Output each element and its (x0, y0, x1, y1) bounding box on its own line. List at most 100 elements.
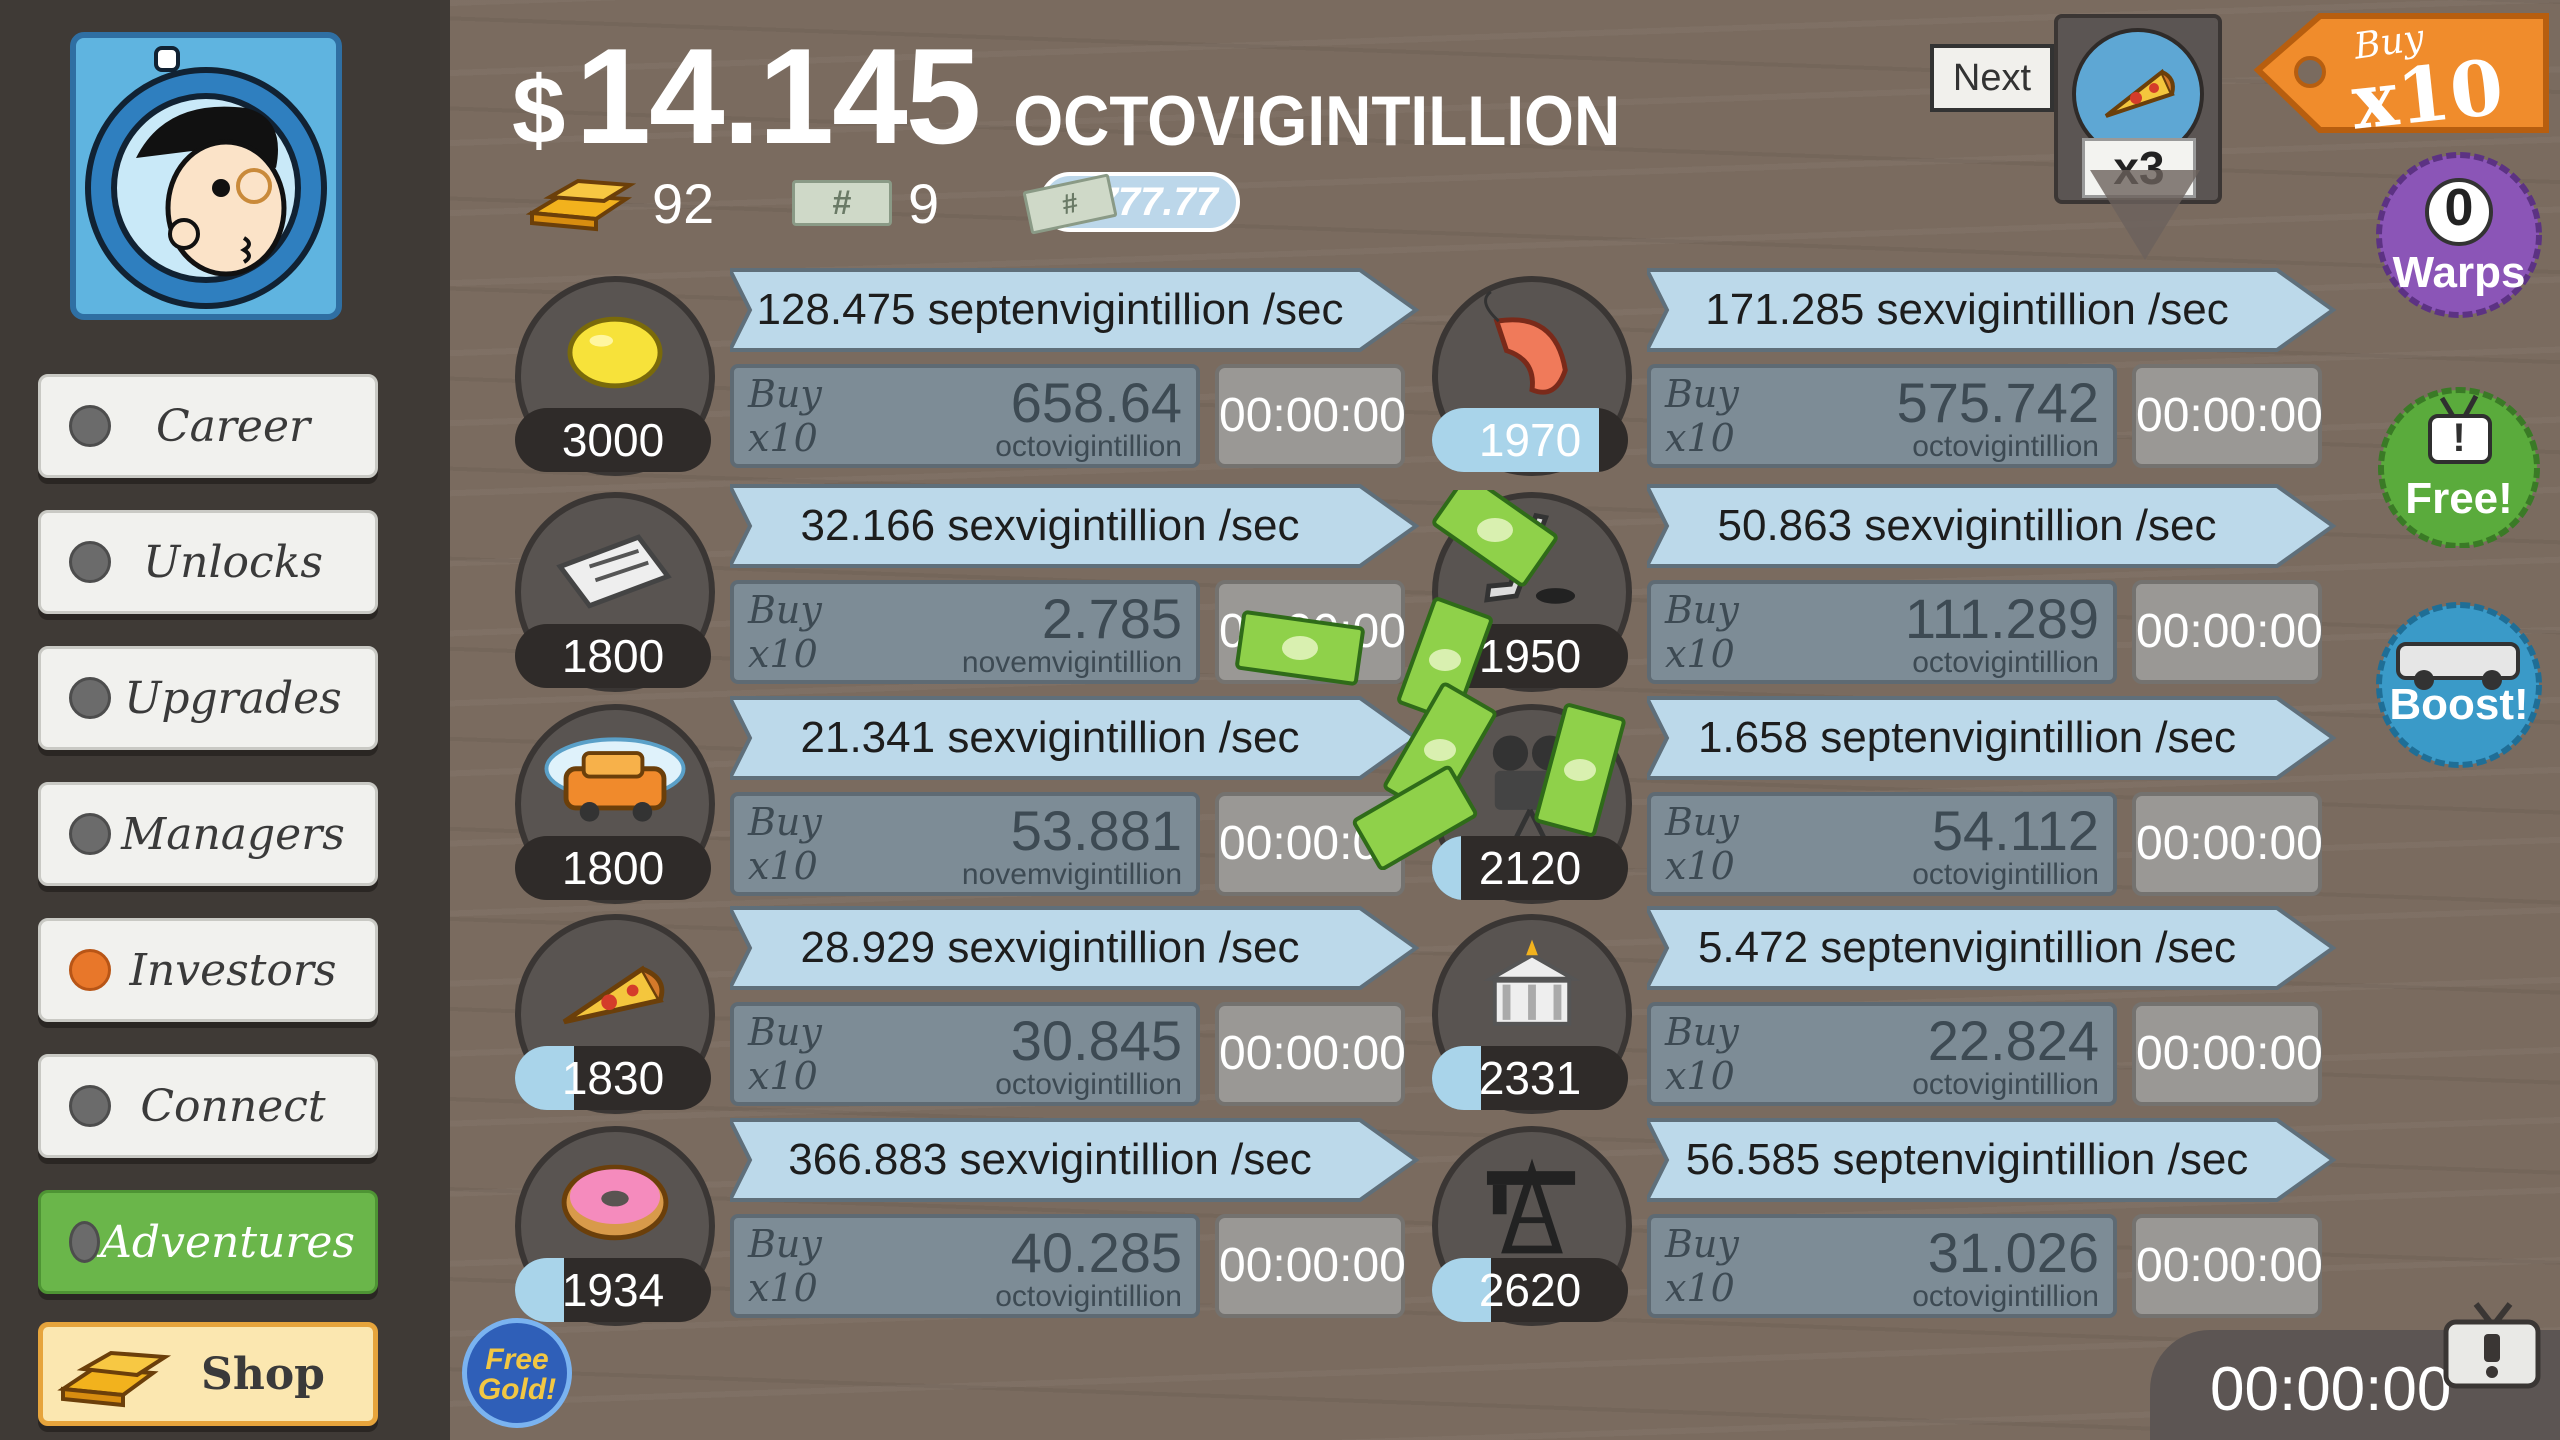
owned-count-text: 3000 (561, 414, 665, 466)
next-upgrade-button[interactable]: Next (1930, 44, 2054, 112)
buy-business-button[interactable]: Buy x10 30.845 octovigintillion (730, 1002, 1200, 1106)
boost-badge[interactable]: Boost! (2374, 600, 2544, 770)
business-revenue-bar: 366.883 sexvigintillion /sec (730, 1118, 1420, 1202)
buy-business-button[interactable]: Buy x10 54.112 octovigintillion (1647, 792, 2117, 896)
player-avatar[interactable] (70, 32, 342, 320)
warps-label: Warps (2392, 248, 2526, 297)
sidebar-unlocks-button[interactable]: Unlocks (38, 510, 378, 614)
tv-ad-icon[interactable] (2440, 1300, 2544, 1390)
buy-business-button[interactable]: Buy x10 575.742 octovigintillion (1647, 364, 2117, 468)
upgrades-status-dot (69, 677, 111, 719)
free-tv-badge[interactable]: ! Free! (2374, 378, 2544, 549)
business-revenue-bar: 28.929 sexvigintillion /sec (730, 906, 1420, 990)
buy-business-button[interactable]: Buy x10 53.881 novemvigintillion (730, 792, 1200, 896)
business-timer: 00:00:00 (2132, 1002, 2323, 1106)
free-gold-button[interactable]: Free Gold! (462, 1318, 572, 1428)
buy-business-button[interactable]: Buy x10 111.289 octovigintillion (1647, 580, 2117, 684)
next-pointer-arrow (2090, 170, 2200, 260)
business-owned-count: 2331 (1432, 1046, 1628, 1110)
owned-count-text: 1830 (561, 1052, 665, 1104)
buy-business-button[interactable]: Buy x10 22.824 octovigintillion (1647, 1002, 2117, 1106)
business-revenue-bar: 128.475 septenvigintillion /sec (730, 268, 1420, 352)
business-card: 2620 56.585 septenvigintillion /sec Buy … (1432, 1118, 2337, 1326)
buy-cost-unit: octovigintillion (1912, 646, 2099, 679)
business-revenue-bar: 56.585 septenvigintillion /sec (1647, 1118, 2337, 1202)
sidebar: Career Unlocks Upgrades Managers Investo… (0, 0, 450, 1440)
buy-cost-unit: octovigintillion (1912, 1280, 2099, 1313)
sidebar-adventures-button[interactable]: Adventures (38, 1190, 378, 1294)
buy-cost-unit: novemvigintillion (961, 646, 1182, 679)
business-timer: 00:00:00 (1215, 1002, 1406, 1106)
buy-business-button[interactable]: Buy x10 2.785 novemvigintillion (730, 580, 1200, 684)
business-card: 1970 171.285 sexvigintillion /sec Buy x1… (1432, 268, 2337, 476)
megabucks-counter: # 9 (792, 168, 939, 238)
astronaut-portrait-icon (85, 46, 327, 309)
sidebar-managers-button[interactable]: Managers (38, 782, 378, 886)
free-gold-line2: Gold! (477, 1373, 557, 1406)
buy-business-button[interactable]: Buy x10 31.026 octovigintillion (1647, 1214, 2117, 1318)
sidebar-career-button[interactable]: Career (38, 374, 378, 478)
free-gold-line1: Free (485, 1343, 549, 1376)
revenue-rate-text: 50.863 sexvigintillion /sec (1717, 501, 2217, 550)
business-card: 1830 28.929 sexvigintillion /sec Buy x10… (515, 906, 1420, 1114)
investors-status-dot (69, 949, 111, 991)
buy-quantity: x10 (1665, 416, 1735, 460)
buy-cost-unit: octovigintillion (1912, 1068, 2099, 1101)
buy-cost: 111.289 (1904, 587, 2099, 650)
owned-count-text: 1970 (1478, 414, 1582, 466)
revenue-rate-text: 171.285 sexvigintillion /sec (1705, 285, 2229, 334)
sidebar-investors-button[interactable]: Investors (38, 918, 378, 1022)
revenue-rate-text: 1.658 septenvigintillion /sec (1697, 713, 2237, 762)
buy-tag-line2: x10 (2347, 42, 2508, 147)
buy-business-button[interactable]: Buy x10 658.64 octovigintillion (730, 364, 1200, 468)
managers-status-dot (69, 813, 111, 855)
money-display: $ 14.145 OCTOVIGINTILLION (512, 18, 1620, 172)
megabucks-ticket-icon: # (792, 180, 892, 226)
business-card: 2331 5.472 septenvigintillion /sec Buy x… (1432, 906, 2337, 1114)
next-label: Next (1952, 57, 2032, 99)
buy-quantity: x10 (748, 1266, 818, 1310)
owned-count-text: 2620 (1478, 1264, 1582, 1316)
buy-label: Buy (1665, 1010, 1739, 1054)
business-timer: 00:00:00 (2132, 364, 2323, 468)
buy-cost-unit: octovigintillion (995, 1280, 1182, 1313)
sidebar-upgrades-button[interactable]: Upgrades (38, 646, 378, 750)
business-timer: 00:00:00 (2132, 1214, 2323, 1318)
buy-quantity: x10 (748, 416, 818, 460)
gold-counter: 92 (526, 168, 714, 238)
business-revenue-bar: 5.472 septenvigintillion /sec (1647, 906, 2337, 990)
buy-cost: 575.742 (1896, 371, 2099, 434)
revenue-rate-text: 366.883 sexvigintillion /sec (788, 1135, 1312, 1184)
business-card: 3000 128.475 septenvigintillion /sec Buy… (515, 268, 1420, 476)
buy-cost: 658.64 (1010, 371, 1182, 434)
buy-label: Buy (748, 800, 822, 844)
business-timer: 00:00:00 (2132, 792, 2323, 896)
business-timer: 00:00:00 (1215, 1214, 1406, 1318)
buy-cost: 40.285 (1010, 1221, 1182, 1284)
sidebar-shop-button[interactable]: Shop (38, 1322, 378, 1426)
business-card: 1934 366.883 sexvigintillion /sec Buy x1… (515, 1118, 1420, 1326)
free-label: Free! (2405, 474, 2513, 523)
business-owned-count: 1800 (515, 624, 711, 688)
owned-count-text: 1800 (561, 630, 665, 682)
sidebar-item-label: Investors (129, 944, 337, 996)
profit-multiplier-pill[interactable]: # x777.77 (1022, 172, 1240, 235)
buy-label: Buy (1665, 1222, 1739, 1266)
sidebar-item-label: Unlocks (143, 536, 323, 588)
sidebar-item-label: Upgrades (124, 672, 342, 724)
buy-label: Buy (1665, 372, 1739, 416)
buy-cost-unit: octovigintillion (1912, 430, 2099, 463)
business-owned-count: 1830 (515, 1046, 711, 1110)
sidebar-connect-button[interactable]: Connect (38, 1054, 378, 1158)
buy-cost-unit: novemvigintillion (961, 858, 1182, 891)
buy-cost: 2.785 (1041, 587, 1182, 650)
adventures-status-dot (69, 1221, 101, 1263)
business-owned-count: 2620 (1432, 1258, 1628, 1322)
warps-badge[interactable]: 0 Warps (2374, 150, 2544, 320)
gold-bars-icon (57, 1350, 172, 1408)
unlocks-status-dot (69, 541, 111, 583)
buy-multiplier-tag-button[interactable]: Buy x10 (2250, 8, 2552, 147)
gold-bars-icon (526, 178, 636, 232)
connect-status-dot (69, 1085, 111, 1127)
buy-business-button[interactable]: Buy x10 40.285 octovigintillion (730, 1214, 1200, 1318)
